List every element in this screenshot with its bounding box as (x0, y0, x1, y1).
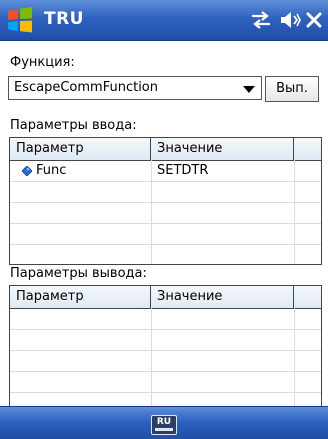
run-button[interactable]: Вып. (265, 76, 319, 102)
param-value: SETDTR (157, 163, 209, 178)
input-method-label: RU (156, 417, 172, 427)
table-row[interactable] (10, 330, 321, 351)
function-label: Функция: (10, 55, 75, 70)
function-dropdown[interactable]: EscapeCommFunction (8, 76, 262, 100)
param-name: Func (36, 163, 67, 178)
keyboard-keys (155, 428, 173, 431)
chevron-down-icon[interactable] (243, 86, 255, 93)
output-params-label: Параметры вывода: (10, 266, 147, 281)
table-row[interactable] (10, 224, 321, 245)
table-row[interactable] (10, 351, 321, 372)
connectivity-arrows-icon[interactable] (250, 10, 272, 30)
bottom-bar: RU (0, 406, 328, 439)
table-row[interactable] (10, 203, 321, 224)
table-row[interactable]: Func SETDTR (10, 161, 321, 182)
column-header-value[interactable]: Значение (151, 138, 294, 160)
input-grid-header: Параметр Значение (10, 138, 321, 161)
close-icon[interactable] (306, 12, 322, 28)
windows-flag-icon[interactable] (5, 6, 35, 34)
column-header-parameter[interactable]: Параметр (10, 138, 151, 160)
table-row[interactable] (10, 372, 321, 393)
output-params-grid[interactable]: Параметр Значение (9, 285, 322, 413)
input-params-label: Параметры ввода: (10, 118, 137, 133)
output-grid-header: Параметр Значение (10, 286, 321, 309)
column-header-value[interactable]: Значение (151, 286, 294, 308)
table-row[interactable] (10, 309, 321, 330)
param-diamond-icon (22, 166, 32, 176)
title-bar: TRU (0, 0, 328, 41)
keyboard-icon[interactable]: RU (151, 415, 177, 435)
table-row[interactable] (10, 182, 321, 203)
function-dropdown-value: EscapeCommFunction (14, 80, 159, 95)
input-params-grid[interactable]: Параметр Значение Func SETDTR (9, 137, 322, 265)
app-title: TRU (44, 9, 84, 29)
column-header-parameter[interactable]: Параметр (10, 286, 151, 308)
speaker-icon[interactable] (279, 10, 301, 30)
